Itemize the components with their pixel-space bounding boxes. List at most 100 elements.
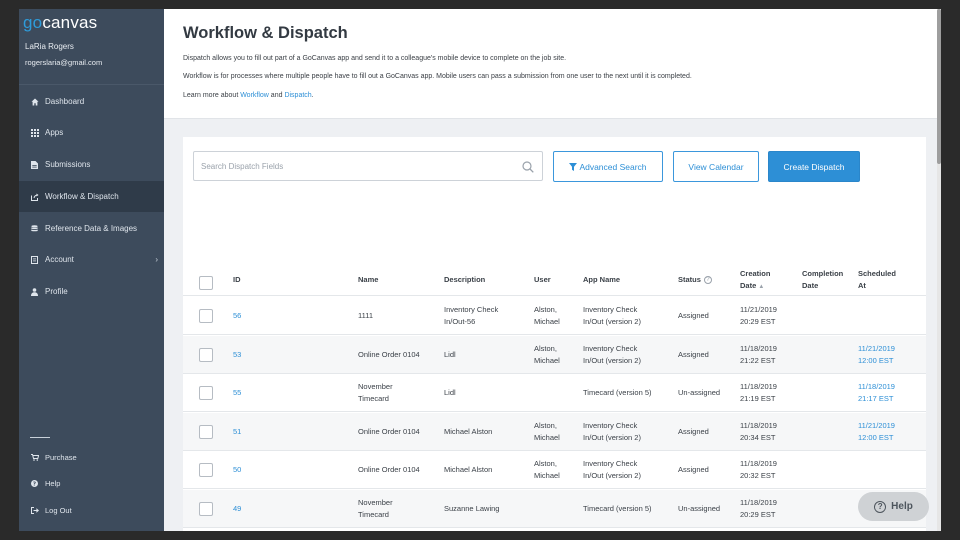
col-id[interactable]: ID	[233, 274, 241, 286]
cell-name-line: November	[358, 497, 393, 507]
cell-creation-date: 11/21/2019 20:29 EST	[740, 304, 777, 328]
table-row[interactable]: 49 November Timecard Suzanne Lawing Timecard…	[183, 489, 926, 528]
col-app-name[interactable]: App Name	[583, 274, 620, 286]
cell-description: Suzanne Lawing	[444, 503, 499, 515]
row-checkbox[interactable]	[199, 309, 213, 323]
logout-icon	[30, 507, 39, 514]
col-creation-date-line2: Date	[740, 281, 757, 290]
row-checkbox[interactable]	[199, 386, 213, 400]
logo-canvas: canvas	[42, 13, 98, 32]
cell-creation-date-line: 20:32 EST	[740, 471, 776, 480]
cell-id-link[interactable]: 53	[233, 349, 241, 361]
cell-user-line: Michael	[534, 355, 560, 365]
col-creation-date[interactable]: Creation Date ▲	[740, 268, 770, 293]
cell-creation-date-line: 20:34 EST	[740, 432, 776, 442]
cell-name: Online Order 0104	[358, 349, 420, 361]
dispatch-link[interactable]: Dispatch	[284, 92, 311, 99]
cell-scheduled-at-line: 21:17 EST	[858, 394, 894, 403]
col-completion-date[interactable]: Completion Date	[802, 268, 843, 292]
help-button-label: Help	[891, 501, 913, 512]
cell-creation-date-line: 21:22 EST	[740, 355, 776, 365]
cell-user: Alston, Michael	[534, 343, 560, 367]
workflow-link[interactable]: Workflow	[240, 92, 269, 99]
cell-scheduled-at[interactable]: 11/18/2019 21:17 EST	[858, 381, 895, 405]
col-user[interactable]: User	[534, 274, 551, 286]
cell-name-line: November	[358, 382, 393, 391]
row-checkbox[interactable]	[199, 347, 213, 362]
cell-name-line: Online Order 0104	[358, 426, 420, 436]
cart-icon	[30, 454, 39, 461]
sidebar-item-submissions[interactable]: Submissions	[19, 149, 164, 180]
col-status[interactable]: Status?	[678, 274, 712, 286]
cell-scheduled-at-line: 11/21/2019	[858, 420, 895, 430]
table-row[interactable]: 51 Online Order 0104 Michael Alston Alston,…	[183, 412, 926, 451]
share-icon	[30, 192, 39, 201]
dispatch-description: Dispatch allows you to fill out part of …	[183, 55, 567, 62]
col-completion-date-line2: Date	[802, 281, 819, 290]
cell-name-line: Timecard	[358, 394, 389, 403]
help-button[interactable]: ? Help	[858, 492, 929, 521]
dispatch-panel: Advanced Search View Calendar Create Dis…	[183, 137, 926, 531]
cell-name: November Timecard	[358, 497, 393, 521]
main-content: Workflow & Dispatch Dispatch allows you …	[164, 9, 941, 531]
cell-creation-date: 11/18/2019 20:34 EST	[740, 420, 777, 444]
table-row[interactable]: 56 1111 Inventory Check In/Out-56 Alston, Mic…	[183, 297, 926, 335]
learn-more-and: and	[268, 92, 285, 99]
sidebar-item-purchase[interactable]: Purchase	[30, 453, 77, 462]
row-checkbox[interactable]	[199, 424, 213, 439]
col-scheduled-at[interactable]: Scheduled At	[858, 268, 896, 292]
user-name: LaRia Rogers	[25, 42, 74, 51]
cell-user-line: Michael	[534, 471, 560, 480]
cell-app-name-line: Inventory Check	[583, 305, 638, 314]
cell-id-link[interactable]: 50	[233, 464, 241, 476]
cell-scheduled-at-line: 12:00 EST	[858, 432, 894, 442]
table-row[interactable]: 53 Online Order 0104 Lidl Alston, Michael Inv…	[183, 335, 926, 374]
col-description[interactable]: Description	[444, 274, 485, 286]
sidebar-item-apps[interactable]: Apps	[19, 117, 164, 148]
cell-description-line: Lidl	[444, 388, 456, 397]
cell-app-name-line: Timecard (version 5)	[583, 388, 652, 397]
cell-name: November Timecard	[358, 381, 393, 405]
select-all-checkbox[interactable]	[199, 276, 213, 290]
cell-creation-date-line: 11/18/2019	[740, 343, 777, 353]
cell-creation-date-line: 20:29 EST	[740, 509, 776, 519]
sidebar-item-workflow-dispatch[interactable]: Workflow & Dispatch	[19, 181, 164, 212]
advanced-search-button[interactable]: Advanced Search	[553, 151, 663, 182]
table-row[interactable]: 55 November Timecard Lidl Timecard (version …	[183, 374, 926, 412]
cell-creation-date-line: 20:29 EST	[740, 317, 776, 326]
cell-scheduled-at[interactable]: 11/21/2019 12:00 EST	[858, 420, 895, 444]
cell-user: Alston, Michael	[534, 458, 560, 482]
cell-id-link[interactable]: 51	[233, 426, 241, 438]
cell-id-link[interactable]: 49	[233, 503, 241, 515]
sidebar-item-profile[interactable]: Profile	[19, 276, 164, 307]
cell-description: Michael Alston	[444, 426, 492, 438]
row-checkbox[interactable]	[199, 501, 213, 516]
cell-scheduled-at-line: 11/21/2019	[858, 343, 895, 353]
scrollbar-thumb[interactable]	[937, 9, 941, 164]
sidebar-item-account[interactable]: Account ›	[19, 244, 164, 275]
cell-id-link[interactable]: 55	[233, 387, 241, 399]
sidebar-item-logout[interactable]: Log Out	[30, 506, 72, 515]
table-row[interactable]: 50 Online Order 0104 Michael Alston Alston,…	[183, 451, 926, 489]
search-icon[interactable]	[522, 160, 534, 173]
user-email: rogerslaria@gmail.com	[25, 58, 103, 67]
col-scheduled-at-line1: Scheduled	[858, 269, 896, 278]
view-calendar-button[interactable]: View Calendar	[673, 151, 759, 182]
create-dispatch-button[interactable]: Create Dispatch	[768, 151, 860, 182]
cell-scheduled-at[interactable]: 11/21/2019 12:00 EST	[858, 343, 895, 367]
row-checkbox[interactable]	[199, 463, 213, 477]
cell-app-name-line: In/Out (version 2)	[583, 471, 641, 480]
sidebar-item-dashboard[interactable]: Dashboard	[19, 86, 164, 117]
page-scrollbar[interactable]	[937, 9, 941, 531]
info-icon[interactable]: ?	[703, 276, 712, 285]
cell-app-name: Inventory Check In/Out (version 2)	[583, 304, 641, 328]
gocanvas-logo[interactable]: gocanvas	[23, 13, 97, 33]
cell-id-link[interactable]: 56	[233, 310, 241, 322]
sidebar-item-help[interactable]: ? Help	[30, 479, 60, 488]
cell-user-line: Alston,	[534, 420, 557, 430]
cell-user: Alston, Michael	[534, 420, 560, 444]
cell-user-line: Michael	[534, 317, 560, 326]
col-name[interactable]: Name	[358, 274, 378, 286]
search-input[interactable]	[194, 152, 514, 180]
sidebar-item-reference-data[interactable]: Reference Data & Images	[19, 213, 164, 244]
